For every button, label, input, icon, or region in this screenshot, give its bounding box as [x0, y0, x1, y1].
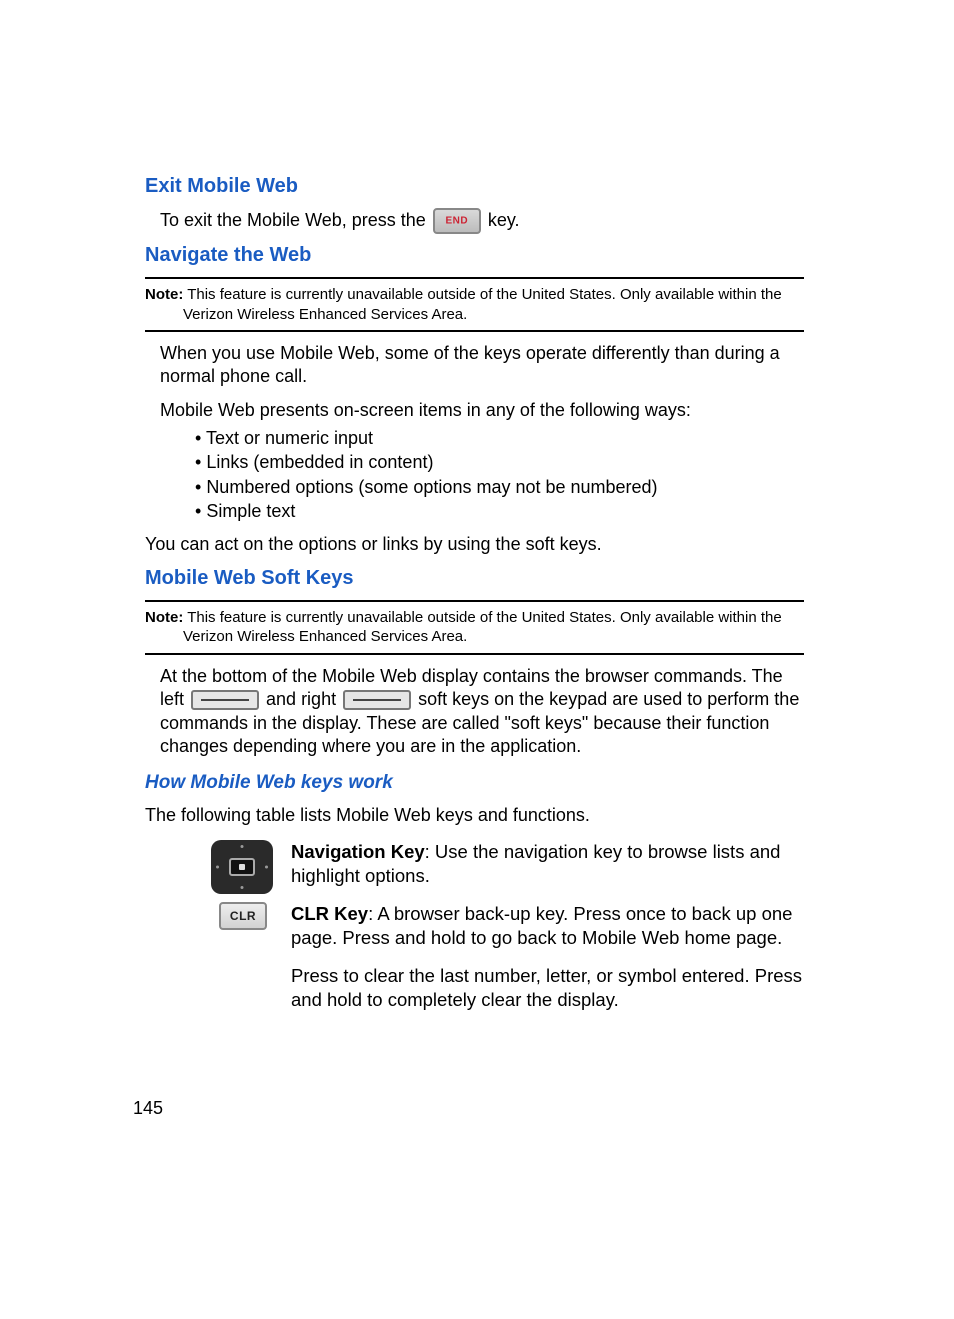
- key-desc: Navigation Key: Use the navigation key t…: [291, 840, 804, 902]
- softkeys-text-2: and right: [266, 689, 341, 709]
- end-key-icon: [433, 208, 481, 234]
- heading-mobile-web-soft-keys: Mobile Web Soft Keys: [145, 567, 804, 590]
- navigate-bullets: Text or numeric input Links (embedded in…: [195, 426, 804, 523]
- bullet-item: Simple text: [195, 499, 804, 523]
- navigate-para3: You can act on the options or links by u…: [145, 533, 804, 556]
- navigate-para1: When you use Mobile Web, some of the key…: [160, 342, 804, 389]
- key-icon-cell: CLR: [205, 902, 291, 1026]
- softkeys-para: At the bottom of the Mobile Web display …: [160, 665, 804, 759]
- note-softkeys: Note: This feature is currently unavaila…: [183, 608, 804, 647]
- note-navigate: Note: This feature is currently unavaila…: [183, 285, 804, 324]
- divider: [145, 277, 804, 279]
- note-label: Note:: [145, 286, 183, 303]
- key-text-2: Press to clear the last number, letter, …: [291, 964, 804, 1012]
- divider: [145, 600, 804, 602]
- heading-exit-mobile-web: Exit Mobile Web: [145, 175, 804, 198]
- note-label: Note:: [145, 609, 183, 626]
- keys-intro: The following table lists Mobile Web key…: [145, 804, 804, 827]
- right-softkey-icon: [343, 690, 411, 710]
- left-softkey-icon: [191, 690, 259, 710]
- table-row: Navigation Key: Use the navigation key t…: [205, 840, 804, 902]
- key-name: Navigation Key: [291, 841, 425, 862]
- heading-navigate-the-web: Navigate the Web: [145, 244, 804, 267]
- exit-text-before: To exit the Mobile Web, press the: [160, 210, 431, 230]
- exit-instruction: To exit the Mobile Web, press the key.: [160, 208, 804, 234]
- exit-text-after: key.: [488, 210, 520, 230]
- bullet-item: Numbered options (some options may not b…: [195, 475, 804, 499]
- clr-key-icon: CLR: [219, 902, 267, 930]
- navigate-para2: Mobile Web presents on-screen items in a…: [160, 399, 804, 422]
- document-page: Exit Mobile Web To exit the Mobile Web, …: [0, 0, 954, 1026]
- table-row: CLR CLR Key: A browser back-up key. Pres…: [205, 902, 804, 1026]
- note-text: This feature is currently unavailable ou…: [183, 286, 782, 323]
- key-desc: CLR Key: A browser back-up key. Press on…: [291, 902, 804, 1026]
- key-name: CLR Key: [291, 903, 368, 924]
- key-icon-cell: [205, 840, 291, 902]
- page-number: 145: [133, 1098, 163, 1119]
- divider: [145, 330, 804, 332]
- heading-how-keys-work: How Mobile Web keys work: [145, 772, 804, 794]
- keys-table: Navigation Key: Use the navigation key t…: [205, 840, 804, 1026]
- divider: [145, 653, 804, 655]
- bullet-item: Links (embedded in content): [195, 450, 804, 474]
- navigation-key-icon: [211, 840, 273, 894]
- bullet-item: Text or numeric input: [195, 426, 804, 450]
- note-text: This feature is currently unavailable ou…: [183, 609, 782, 646]
